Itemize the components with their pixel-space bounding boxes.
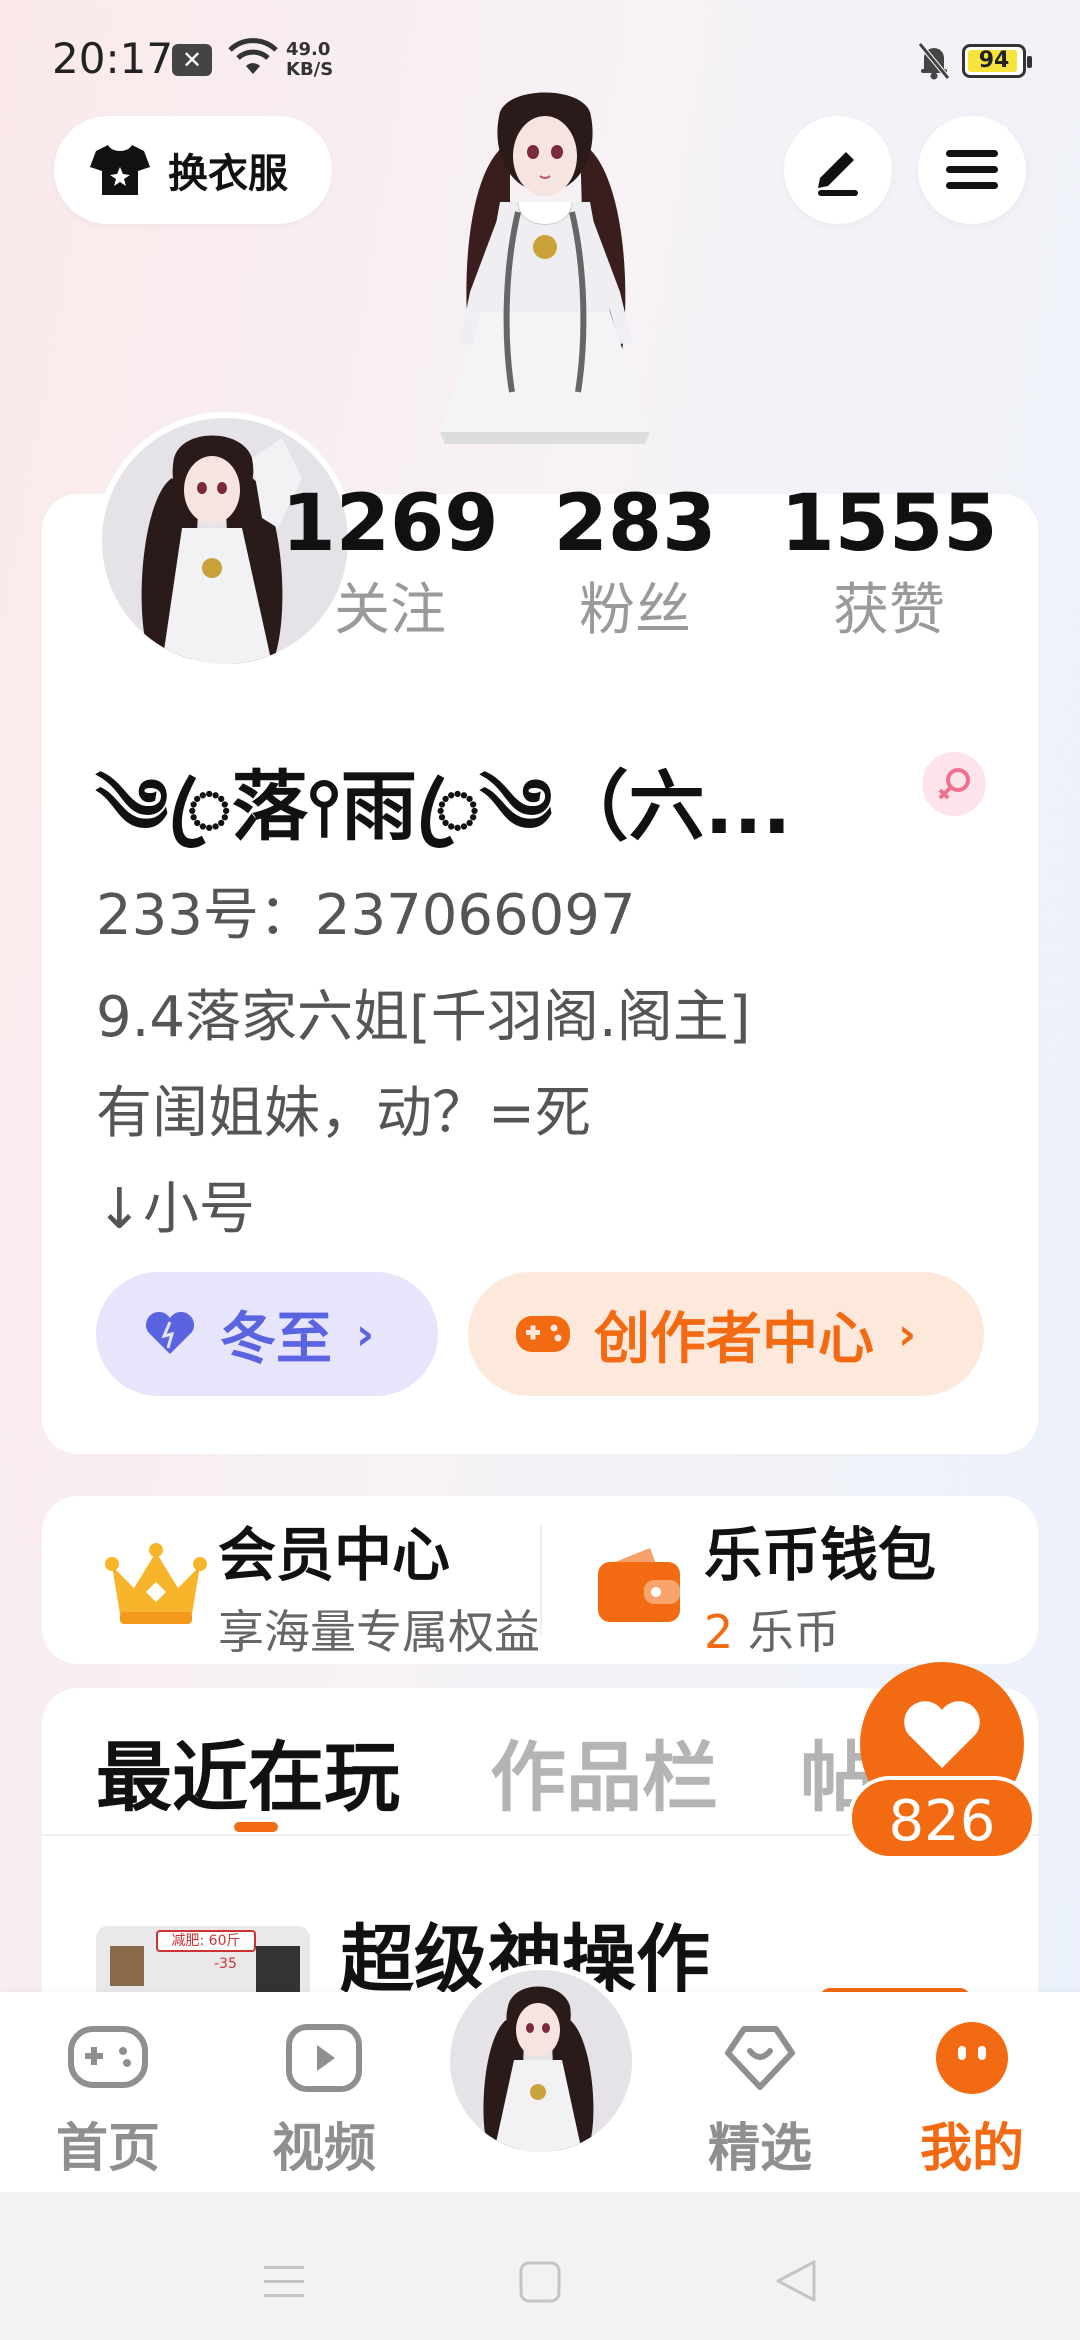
nav-video-label: 视频 <box>271 2119 376 2179</box>
vip-title: 会员中心 <box>218 1521 451 1589</box>
nav-featured[interactable]: 精选 <box>680 2020 840 2181</box>
floating-like-count: 826 <box>848 1776 1036 1860</box>
status-time: 20:17 <box>52 34 174 83</box>
battery-icon: 94 <box>962 44 1032 78</box>
nav-featured-label: 精选 <box>707 2119 812 2179</box>
back-icon[interactable] <box>774 2258 818 2304</box>
fans-count: 283 <box>553 479 717 569</box>
nav-mine[interactable]: 我的 <box>892 2020 1052 2181</box>
mute-bell-icon <box>918 42 950 80</box>
stat-following[interactable]: 1269 关注 <box>278 478 502 646</box>
wallet-amount: 2 <box>704 1605 734 1659</box>
stat-fans[interactable]: 283 粉丝 <box>540 478 730 646</box>
following-label: 关注 <box>334 578 446 643</box>
divider <box>540 1524 542 1634</box>
home-icon[interactable] <box>518 2260 562 2304</box>
avatar-character <box>440 92 650 444</box>
nav-mine-label: 我的 <box>919 2119 1024 2179</box>
nav-home[interactable]: 首页 <box>28 2020 188 2181</box>
active-tab-indicator <box>234 1822 278 1832</box>
play-icon <box>286 2024 362 2092</box>
pen-icon <box>818 152 858 196</box>
edit-profile-button[interactable] <box>784 116 892 224</box>
thumbnail-caption: 减肥: 60斤 <box>156 1930 256 1952</box>
user-id: 233号：237066097 <box>96 883 636 948</box>
nav-avatar-button[interactable] <box>444 1964 638 2158</box>
likes-count: 1555 <box>780 479 998 569</box>
heart-chat-icon <box>725 2026 795 2090</box>
network-speed: 49.0 KB/S <box>286 39 334 80</box>
wallet-title: 乐币钱包 <box>704 1521 937 1589</box>
notification-icon: ✕ <box>172 44 212 76</box>
following-count: 1269 <box>281 479 499 569</box>
thumbnail-sub: -35 <box>214 1956 237 1972</box>
stat-likes[interactable]: 1555 获赞 <box>774 478 1004 646</box>
winter-solstice-button[interactable]: 冬至 › <box>96 1272 438 1396</box>
smile-icon <box>936 2022 1008 2094</box>
nav-home-label: 首页 <box>55 2119 160 2179</box>
gamepad-icon <box>516 1316 570 1352</box>
creator-center-label: 创作者中心 <box>594 1306 874 1372</box>
heart-icon <box>904 1701 980 1768</box>
system-nav-bar <box>0 2192 1080 2340</box>
battery-level: 94 <box>978 48 1010 73</box>
fans-label: 粉丝 <box>579 578 691 643</box>
tab-recent-play[interactable]: 最近在玩 <box>96 1716 400 1826</box>
creator-center-button[interactable]: 创作者中心 › <box>468 1272 984 1396</box>
likes-label: 获赞 <box>833 578 945 643</box>
change-outfit-label: 换衣服 <box>168 151 288 197</box>
menu-icon <box>946 150 998 189</box>
wifi-icon <box>228 38 278 74</box>
gamepad-icon <box>68 2026 148 2088</box>
wallet-unit: 乐币 <box>747 1605 840 1659</box>
winter-solstice-label: 冬至 <box>220 1306 332 1372</box>
wallet-icon <box>598 1548 680 1622</box>
vip-subtitle: 享海量专属权益 <box>218 1605 540 1659</box>
menu-button[interactable] <box>918 116 1026 224</box>
wallet-balance: 2 乐币 <box>704 1596 840 1662</box>
bio: 9.4落家六姐[千羽阁.阁主] 有闺姐妹，动？=死 ↓小号 <box>96 985 751 1242</box>
avatar-image <box>450 1970 632 2152</box>
heart-icon <box>145 1311 195 1354</box>
nav-video[interactable]: 视频 <box>244 2020 404 2181</box>
female-icon <box>922 752 986 816</box>
tab-works[interactable]: 作品栏 <box>490 1716 718 1826</box>
shirt-icon <box>90 145 150 195</box>
change-outfit-button[interactable]: 换衣服 <box>54 116 332 224</box>
crown-icon <box>105 1543 207 1624</box>
chevron-right-icon: › <box>356 1308 375 1360</box>
recent-apps-icon[interactable] <box>262 2262 306 2302</box>
chevron-right-icon: › <box>898 1308 917 1360</box>
